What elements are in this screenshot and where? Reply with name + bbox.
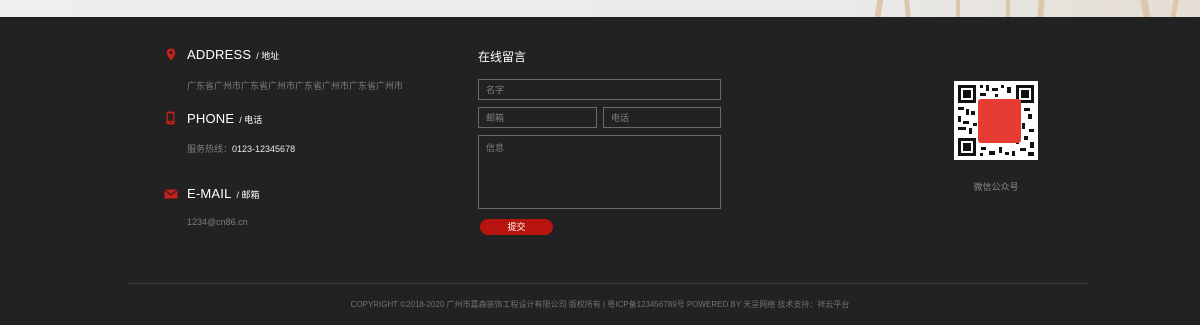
mobile-phone-icon	[166, 111, 175, 125]
phone-label: PHONE	[187, 111, 235, 126]
phone-heading: PHONE / 电话	[187, 111, 262, 126]
name-input[interactable]	[478, 79, 721, 100]
phone-value: 服务热线：0123-12345678	[187, 142, 295, 155]
phone-number: 0123-12345678	[232, 144, 296, 154]
wechat-qr-code	[954, 81, 1038, 160]
phone-value-prefix: 服务热线：	[187, 144, 233, 154]
submit-button[interactable]: 提交	[480, 219, 553, 235]
address-sublabel: / 地址	[256, 51, 280, 61]
site-footer: ADDRESS / 地址 广东省广州市广东省广州市广东省广州市广东省广州市 PH…	[0, 17, 1200, 325]
message-textarea[interactable]	[478, 135, 721, 209]
form-title: 在线留言	[478, 50, 527, 64]
email-label: E-MAIL	[187, 186, 232, 201]
address-heading: ADDRESS / 地址	[187, 47, 279, 62]
phone-input[interactable]	[603, 107, 721, 128]
email-value: 1234@cn86.cn	[187, 217, 248, 227]
top-banner-strip	[0, 0, 1200, 17]
location-pin-icon	[166, 48, 176, 61]
email-input[interactable]	[478, 107, 597, 128]
copyright-text: COPYRIGHT ©2018-2020 广州市嘉森装饰工程设计有限公司 版权所…	[350, 300, 850, 309]
qr-center-logo	[978, 99, 1021, 143]
footer-divider	[128, 283, 1088, 284]
qr-caption: 微信公众号	[973, 182, 1019, 192]
email-heading: E-MAIL / 邮箱	[187, 186, 260, 201]
envelope-icon	[164, 189, 178, 199]
address-value: 广东省广州市广东省广州市广东省广州市广东省广州市	[187, 81, 404, 91]
address-label: ADDRESS	[187, 47, 252, 62]
phone-sublabel: / 电话	[239, 115, 263, 125]
email-sublabel: / 邮箱	[236, 190, 260, 200]
